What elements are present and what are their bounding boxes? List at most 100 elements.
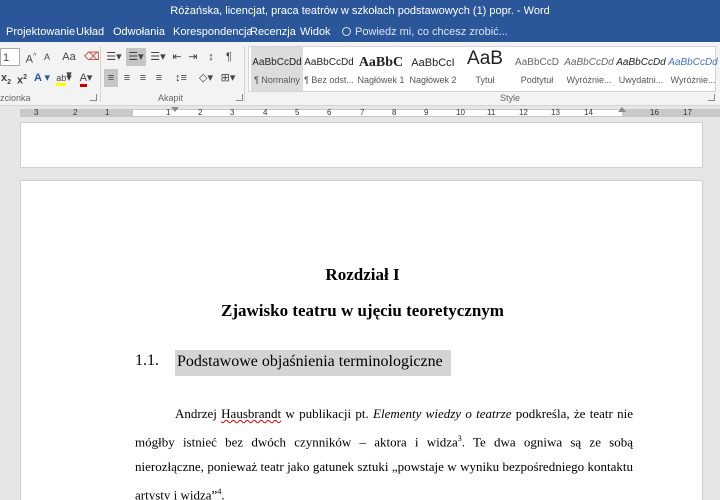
separator [244,46,245,102]
ruler-number: 10 [456,108,465,117]
font-color-button[interactable]: A▾ [76,69,96,87]
style-sample: AaBbCcD [515,57,559,68]
show-marks-label: ¶ [226,51,232,63]
style-title[interactable]: AaB Tytuł [459,47,511,91]
align-left-icon[interactable]: ≡ [104,69,118,87]
style-name: Nagłówek 1 [357,75,405,85]
style-sample: AaBbCcDd [668,57,718,68]
sort-icon[interactable]: ↕ [204,48,218,66]
style-no-spacing[interactable]: AaBbCcDd ¶ Bez odst... [303,47,355,91]
body-paragraph[interactable]: Andrzej Hausbrandt w publikacji pt. Elem… [135,401,633,500]
grow-font-button[interactable]: A^ [24,48,38,66]
font-size-value: 1 [3,52,10,64]
borders-icon[interactable]: ⊞▾ [218,69,238,87]
ruler-number: 7 [360,108,365,117]
ruler-number: 9 [424,108,429,117]
styles-group-label: Style [500,93,521,103]
justify-icon[interactable]: ≡ [152,69,166,87]
font-group-label: zcionka [0,93,31,103]
change-case-button[interactable]: Aa ▾ [58,48,80,81]
tab-layout[interactable]: Układ [76,22,104,42]
document-page-previous[interactable] [20,122,703,168]
tab-view[interactable]: Widok [300,22,331,42]
styles-gallery: AaBbCcDd ¶ Normalny AaBbCcDd ¶ Bez odst.… [248,46,719,92]
section-number[interactable]: 1.1. [135,352,159,370]
multilevel-list-icon[interactable]: ☰▾ [148,48,168,66]
ruler-number: 1 [166,108,171,117]
font-size-select[interactable]: 1 [0,48,20,66]
first-line-indent-marker[interactable] [171,107,179,112]
style-heading-1[interactable]: AaBbC Nagłówek 1 [355,47,407,91]
spelling-error-word[interactable]: Hausbrandt [221,406,281,421]
window-title: Różańska, licencjat, praca teatrów w szk… [170,5,550,17]
align-center-icon[interactable]: ≡ [120,69,134,87]
clear-formatting-icon[interactable]: ⌫ [84,48,100,66]
paragraph-text: w publikacji pt. [281,406,374,421]
decrease-indent-icon[interactable]: ⇤ [170,48,184,66]
style-subtle-emphasis[interactable]: AaBbCcDd Wyróżnie... [563,47,615,91]
tab-design[interactable]: Projektowanie [6,22,75,42]
highlight-label: ab [56,73,67,86]
style-normal[interactable]: AaBbCcDd ¶ Normalny [251,47,303,91]
style-sample: AaBbCcDd [304,57,354,68]
paragraph-dialog-launcher[interactable] [236,94,243,101]
chapter-title[interactable]: Rozdział I [21,265,704,285]
document-page[interactable]: Rozdział I Zjawisko teatru w ujęciu teor… [20,180,703,500]
font-dialog-launcher[interactable] [90,94,97,101]
show-marks-button[interactable]: ¶ [222,48,236,66]
shading-icon[interactable]: ◇▾ [196,69,216,87]
style-sample: AaBbCcDd [564,57,614,68]
highlight-button[interactable]: ab▾ [54,69,74,87]
style-emphasis[interactable]: AaBbCcDd Uwydatni... [615,47,667,91]
subscript-button[interactable]: x2 [0,69,12,87]
styles-dialog-launcher[interactable] [708,94,715,101]
ruler-number: 13 [551,108,560,117]
style-name: Wyróżnie... [566,75,612,85]
style-heading-2[interactable]: AaBbCcI Nagłówek 2 [407,47,459,91]
style-name: Uwydatni... [618,75,664,85]
tab-mailings[interactable]: Korespondencja [173,22,253,42]
ruler-number: 16 [650,108,659,117]
text-effects-label: A [33,72,42,84]
ruler-number: 3 [230,108,235,117]
ruler-number: 6 [327,108,332,117]
style-sample: AaB [467,48,503,69]
numbering-icon[interactable]: ☰▾ [126,48,146,66]
paragraph-group-label: Akapit [158,93,184,103]
lightbulb-icon [342,27,351,36]
horizontal-ruler[interactable]: 3 2 1 1 2 3 4 5 6 7 8 9 10 11 12 13 14 1… [0,107,720,119]
ruler-number: 2 [73,108,78,117]
superscript-button[interactable]: x2 [16,69,28,87]
ruler-number: 4 [263,108,268,117]
tab-review[interactable]: Recenzja [250,22,296,42]
style-sample: AaBbC [358,55,404,70]
ribbon: 1 A^ A Aa ▾ ⌫ x2 x2 A ▾ ab▾ A▾ zcionka ☰… [0,42,720,106]
paragraph-text: Andrzej [175,406,222,421]
style-intense-emphasis[interactable]: AaBbCcDd Wyróżnie... [667,47,719,91]
shrink-font-button[interactable]: A [40,48,54,66]
style-name: ¶ Normalny [254,75,300,85]
ruler-number: 14 [584,108,593,117]
font-color-label: A [79,72,87,87]
tab-references[interactable]: Odwołania [113,22,165,42]
section-title-selected[interactable]: Podstawowe objaśnienia terminologiczne [175,350,451,376]
bullets-icon[interactable]: ☰▾ [104,48,124,66]
ruler-number: 3 [34,108,39,117]
tell-me-placeholder: Powiedz mi, co chcesz zrobić... [355,26,508,38]
title-bar: Różańska, licencjat, praca teatrów w szk… [0,0,720,22]
tell-me-search[interactable]: Powiedz mi, co chcesz zrobić... [342,22,508,42]
chapter-subtitle[interactable]: Zjawisko teatru w ujęciu teoretycznym [21,301,704,321]
grow-font-label: A [25,53,34,66]
style-name: Wyróżnie... [670,75,716,85]
text-effects-button[interactable]: A ▾ [32,69,52,87]
right-indent-marker[interactable] [618,107,626,112]
style-subtitle[interactable]: AaBbCcD Podtytuł [511,47,563,91]
book-title: Elementy wiedzy o teatrze [373,406,512,421]
increase-indent-icon[interactable]: ⇥ [186,48,200,66]
line-spacing-icon[interactable]: ↕≡ [170,69,192,87]
ruler-number: 5 [295,108,300,117]
style-sample: AaBbCcI [411,57,455,69]
style-name: ¶ Bez odst... [304,75,354,85]
ruler-number: 12 [519,108,528,117]
align-right-icon[interactable]: ≡ [136,69,150,87]
